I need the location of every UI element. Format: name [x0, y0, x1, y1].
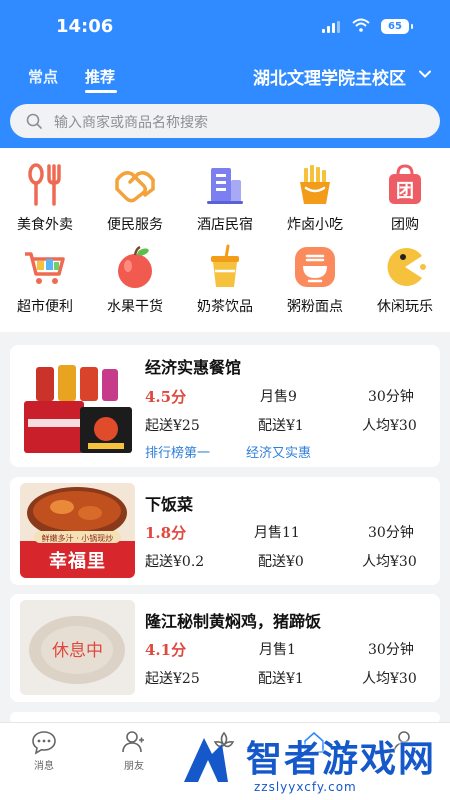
min-order: 起送¥0.2 — [145, 554, 205, 570]
handshake-icon — [115, 171, 155, 203]
store-rating: 1.8分 — [145, 524, 187, 542]
store-name: 隆江秘制黄焖鸡，猪蹄饭 — [145, 612, 322, 631]
category-supermarket[interactable]: 超市便利 — [0, 244, 90, 316]
category-group-buy[interactable]: 团 团购 — [360, 162, 450, 234]
thumb-brand: 幸福里 — [49, 551, 106, 572]
watermark-title: 智者游戏网 — [246, 739, 437, 780]
tab-recommended[interactable]: 推荐 — [85, 66, 115, 87]
category-leisure[interactable]: 休闲玩乐 — [360, 244, 450, 316]
per-capita: 人均¥30 — [362, 554, 417, 570]
category-label: 炸卤小吃 — [287, 217, 343, 233]
tab-frequent[interactable]: 常点 — [28, 66, 58, 87]
category-label: 美食外卖 — [17, 217, 73, 233]
category-label: 超市便利 — [17, 299, 73, 315]
category-label: 团购 — [391, 217, 419, 233]
milk-tea-icon — [211, 244, 239, 287]
pacman-icon — [387, 248, 426, 286]
category-fruit[interactable]: 水果干货 — [90, 244, 180, 316]
svg-text:团: 团 — [396, 181, 414, 202]
category-label: 休闲玩乐 — [377, 299, 433, 315]
thumb-slogan: 鲜嫩多汁 · 小锅现炒 — [41, 534, 114, 543]
category-snacks[interactable]: 炸卤小吃 — [270, 162, 360, 234]
category-hotel[interactable]: 酒店民宿 — [180, 162, 270, 234]
store-image: 休息中 — [20, 600, 135, 695]
store-tag: 排行榜第一 — [145, 446, 211, 461]
min-order: 起送¥25 — [145, 418, 200, 434]
category-label: 便民服务 — [107, 217, 163, 233]
category-noodles[interactable]: 粥粉面点 — [270, 244, 360, 316]
battery-icon: 65 — [381, 19, 413, 34]
status-time: 14:06 — [56, 16, 114, 37]
tab-friends[interactable]: 朋友 — [114, 729, 154, 772]
store-name: 下饭菜 — [145, 495, 194, 514]
cellular-signal-icon — [322, 21, 340, 33]
min-order: 起送¥25 — [145, 671, 200, 687]
category-label: 奶茶饮品 — [197, 299, 253, 315]
shopping-cart-icon — [25, 252, 65, 284]
monthly-sales: 月售1 — [259, 642, 296, 658]
group-buy-bag-icon: 团 — [389, 164, 421, 204]
search-input[interactable]: 输入商家或商品名称搜索 — [10, 104, 440, 138]
category-label: 水果干货 — [107, 299, 163, 315]
delivery-fee: 配送¥0 — [258, 554, 304, 570]
campus-selector[interactable]: 湖北文理学院主校区 — [253, 64, 406, 89]
wifi-icon — [352, 18, 370, 32]
delivery-time: 30分钟 — [368, 525, 414, 541]
monthly-sales: 月售11 — [254, 525, 300, 541]
search-placeholder: 输入商家或商品名称搜索 — [54, 115, 208, 131]
store-image — [20, 361, 135, 456]
closed-label: 休息中 — [52, 641, 103, 661]
app-header: 14:06 65 常点 推荐 湖北文理学院主校区 输入商家或商品名称搜索 — [0, 0, 450, 148]
watermark-logo-icon — [184, 738, 228, 782]
hotel-icon — [207, 168, 243, 204]
store-rating: 4.5分 — [145, 388, 187, 406]
store-image: 鲜嫩多汁 · 小锅现炒 幸福里 — [20, 483, 135, 578]
store-card[interactable]: 经济实惠餐馆 4.5分 月售9 30分钟 起送¥25 配送¥1 人均¥30 排行… — [10, 345, 440, 467]
fork-spoon-icon — [28, 163, 61, 206]
monthly-sales: 月售9 — [260, 389, 297, 405]
store-tag: 经济又实惠 — [246, 446, 312, 461]
delivery-fee: 配送¥1 — [258, 671, 304, 687]
search-icon — [26, 113, 42, 129]
category-milk-tea[interactable]: 奶茶饮品 — [180, 244, 270, 316]
chat-bubble-icon — [32, 731, 56, 755]
tab-messages[interactable]: 消息 — [24, 729, 64, 772]
status-bar: 14:06 65 — [0, 0, 450, 50]
noodle-bowl-icon — [295, 247, 335, 287]
category-label: 酒店民宿 — [197, 217, 253, 233]
category-services[interactable]: 便民服务 — [90, 162, 180, 234]
tab-label: 消息 — [34, 761, 54, 772]
tab-label: 朋友 — [124, 761, 144, 772]
per-capita: 人均¥30 — [362, 418, 417, 434]
chevron-down-icon[interactable] — [419, 68, 431, 80]
category-label: 粥粉面点 — [287, 299, 343, 315]
store-rating: 4.1分 — [145, 641, 187, 659]
delivery-time: 30分钟 — [368, 642, 414, 658]
watermark-url: zzslyyxcfy.com — [254, 780, 357, 794]
snack-products-image — [24, 365, 132, 453]
store-card[interactable]: 鲜嫩多汁 · 小锅现炒 幸福里 下饭菜 1.8分 月售11 30分钟 起送¥0.… — [10, 477, 440, 585]
apple-icon — [118, 245, 152, 288]
per-capita: 人均¥30 — [362, 671, 417, 687]
category-grid: 美食外卖 便民服务 酒店民宿 炸卤小吃 团 团购 超市便利 水果干货 奶茶饮品 … — [0, 148, 450, 332]
fries-icon — [300, 165, 330, 204]
friends-icon — [122, 731, 144, 753]
category-food-delivery[interactable]: 美食外卖 — [0, 162, 90, 234]
active-tab-indicator — [85, 90, 117, 93]
store-name: 经济实惠餐馆 — [145, 358, 242, 377]
delivery-time: 30分钟 — [368, 389, 414, 405]
store-card[interactable]: 休息中 隆江秘制黄焖鸡，猪蹄饭 4.1分 月售1 30分钟 起送¥25 配送¥1… — [10, 594, 440, 702]
delivery-fee: 配送¥1 — [258, 418, 304, 434]
watermark: 智者游戏网 zzslyyxcfy.com — [150, 728, 450, 800]
